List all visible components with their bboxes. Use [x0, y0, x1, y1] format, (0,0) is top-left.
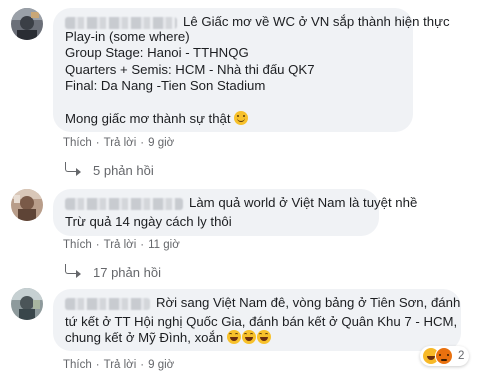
avatar[interactable] — [11, 288, 43, 320]
reaction-summary[interactable]: 2 — [420, 346, 470, 366]
comment-text-line: Final: Da Nang -Tien Son Stadium — [65, 78, 266, 93]
avatar[interactable] — [11, 8, 43, 40]
separator-dot: · — [95, 137, 100, 149]
like-button[interactable]: Thích — [63, 359, 92, 371]
separator-dot: · — [140, 359, 145, 371]
timestamp[interactable]: 11 giờ — [148, 239, 180, 251]
comment-text-line: Mong giấc mơ thành sự thật — [65, 110, 231, 126]
laughing-emoji-icon — [226, 330, 241, 344]
comment-actions: Thích · Trả lời · 11 giờ — [63, 239, 180, 251]
view-replies-link[interactable]: 5 phản hồi — [65, 162, 154, 178]
angry-icon — [435, 347, 453, 365]
separator-dot: · — [95, 239, 100, 251]
comment-text-line: Group Stage: Hanoi - TTHNQG — [65, 45, 249, 60]
comment-2: Làm quả world ở Việt Nam là tuyệt nhề Tr… — [0, 180, 480, 280]
author-name-redacted[interactable] — [65, 197, 183, 210]
comment-text-line: tứ kết ở TT Hội nghị Quốc Gia, đánh bán … — [65, 313, 458, 329]
comment-bubble: Rời sang Việt Nam đê, vòng bảng ở Tiên S… — [53, 289, 461, 351]
comment-text-line: Lê Giấc mơ về WC ở VN sắp thành hiện thự… — [183, 14, 450, 29]
reaction-count: 2 — [458, 350, 465, 362]
laughing-emoji-icon — [241, 330, 256, 344]
comment-actions: Thích · Trả lời · 9 giờ — [63, 359, 174, 371]
smile-emoji-icon — [234, 110, 249, 125]
timestamp[interactable]: 9 giờ — [148, 359, 174, 371]
replies-count[interactable]: 17 phản hồi — [93, 265, 161, 280]
reply-arrow-icon — [65, 162, 81, 176]
laughing-emoji-icon — [256, 330, 271, 344]
comment-3: Rời sang Việt Nam đê, vòng bảng ở Tiên S… — [0, 280, 480, 380]
reply-button[interactable]: Trả lời — [104, 137, 137, 149]
separator-dot: · — [140, 137, 145, 149]
comment-bubble: Làm quả world ở Việt Nam là tuyệt nhề Tr… — [53, 189, 417, 236]
replies-count[interactable]: 5 phản hồi — [93, 163, 154, 178]
separator-dot: · — [140, 239, 145, 251]
comment-bubble: Lê Giấc mơ về WC ở VN sắp thành hiện thự… — [53, 8, 450, 132]
like-button[interactable]: Thích — [63, 137, 92, 149]
comment-1: Lê Giấc mơ về WC ở VN sắp thành hiện thự… — [0, 0, 480, 180]
avatar[interactable] — [11, 189, 43, 221]
comment-text-line: Quarters + Semis: HCM - Nhà thi đấu QK7 — [65, 61, 315, 77]
author-name-redacted[interactable] — [65, 297, 150, 310]
comment-text-line: Rời sang Việt Nam đê, vòng bảng ở Tiên S… — [156, 295, 461, 310]
comment-text-line: Trừ quả 14 ngày cách ly thôi — [65, 213, 232, 229]
comment-text-line: Play-in (some where) — [65, 28, 190, 44]
separator-dot: · — [95, 359, 100, 371]
comment-actions: Thích · Trả lời · 9 giờ — [63, 137, 174, 149]
comment-text-line: Làm quả world ở Việt Nam là tuyệt nhề — [189, 195, 418, 210]
comment-text-line: chung kết ở Mỹ Đình, xoắn — [65, 330, 224, 345]
timestamp[interactable]: 9 giờ — [148, 137, 174, 149]
reply-arrow-icon — [65, 264, 81, 278]
view-replies-link[interactable]: 17 phản hồi — [65, 264, 161, 280]
reply-button[interactable]: Trả lời — [104, 359, 137, 371]
author-name-redacted[interactable] — [65, 16, 177, 29]
like-button[interactable]: Thích — [63, 239, 92, 251]
reply-button[interactable]: Trả lời — [104, 239, 137, 251]
